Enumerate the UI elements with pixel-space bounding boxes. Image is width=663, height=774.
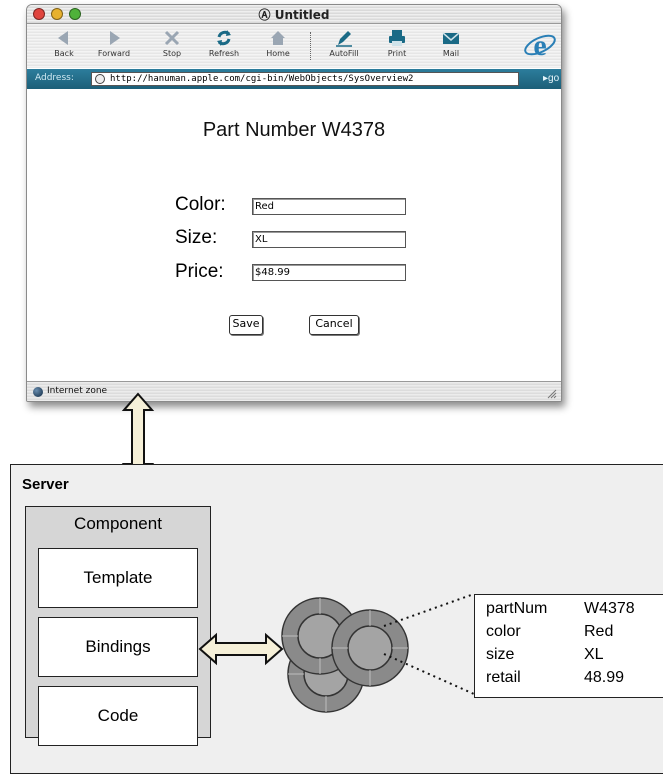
- forward-arrow-icon: [110, 31, 120, 45]
- page-icon: [95, 74, 105, 84]
- property-value: Red: [584, 623, 614, 640]
- toolbar: Back Forward Stop Refresh Home AutoFill …: [27, 24, 561, 68]
- stop-label: Stop: [162, 49, 182, 58]
- cancel-button[interactable]: Cancel: [309, 315, 359, 335]
- back-label: Back: [54, 49, 74, 58]
- dotted-connector: [383, 593, 475, 695]
- forward-label: Forward: [97, 49, 131, 58]
- horizontal-double-arrow: [198, 632, 284, 666]
- back-button[interactable]: Back: [39, 26, 89, 66]
- browser-window: Ⓐ Untitled Back Forward Stop Refresh Hom…: [26, 4, 562, 402]
- size-field[interactable]: XL: [252, 231, 406, 248]
- go-button[interactable]: ▸go: [521, 72, 561, 86]
- property-value: XL: [584, 646, 604, 663]
- code-box: Code: [38, 686, 198, 746]
- address-label: Address:: [35, 73, 74, 83]
- printer-icon: [389, 30, 405, 46]
- address-url: http://hanuman.apple.com/cgi-bin/WebObje…: [110, 74, 414, 84]
- price-field[interactable]: $48.99: [252, 264, 406, 281]
- page-title: Part Number W4378: [202, 119, 386, 141]
- print-button[interactable]: Print: [372, 26, 422, 66]
- component-label: Component: [74, 514, 162, 533]
- stop-button[interactable]: Stop: [147, 26, 197, 66]
- size-label: Size:: [175, 227, 218, 248]
- window-title: Ⓐ Untitled: [27, 6, 561, 23]
- refresh-button[interactable]: Refresh: [199, 26, 249, 66]
- toolbar-divider: [310, 32, 311, 60]
- property-key: size: [486, 646, 515, 663]
- mail-envelope-icon: [442, 32, 460, 44]
- property-value: W4378: [584, 600, 635, 617]
- stop-x-icon: [164, 30, 180, 46]
- property-key: partNum: [486, 600, 548, 617]
- color-label: Color:: [175, 194, 226, 215]
- autofill-pen-icon: [336, 31, 352, 47]
- home-button[interactable]: Home: [253, 26, 303, 66]
- save-button[interactable]: Save: [229, 315, 263, 335]
- property-value: 48.99: [584, 669, 625, 686]
- autofill-label: AutoFill: [329, 49, 359, 58]
- color-field[interactable]: Red: [252, 198, 406, 215]
- refresh-icon: [217, 30, 231, 46]
- address-bar: Address: http://hanuman.apple.com/cgi-bi…: [27, 69, 561, 89]
- title-bar: Ⓐ Untitled: [27, 5, 561, 24]
- property-key: color: [486, 623, 521, 640]
- home-icon: [271, 31, 285, 45]
- home-label: Home: [266, 49, 290, 58]
- autofill-button[interactable]: AutoFill: [319, 26, 369, 66]
- resize-grip-icon[interactable]: [545, 387, 557, 399]
- mail-label: Mail: [442, 49, 460, 58]
- bindings-box: Bindings: [38, 617, 198, 677]
- go-label: go: [548, 73, 560, 84]
- page-icon: Ⓐ: [258, 8, 271, 22]
- svg-text:e: e: [533, 29, 546, 62]
- forward-button[interactable]: Forward: [89, 26, 139, 66]
- back-arrow-icon: [58, 31, 68, 45]
- ie-logo-icon: e: [523, 28, 557, 62]
- status-bar: Internet zone: [27, 381, 561, 401]
- status-zone: Internet zone: [47, 386, 108, 396]
- address-input[interactable]: http://hanuman.apple.com/cgi-bin/WebObje…: [91, 72, 519, 86]
- property-key: retail: [486, 669, 521, 686]
- globe-icon: [33, 387, 43, 397]
- price-label: Price:: [175, 261, 224, 282]
- mail-button[interactable]: Mail: [426, 26, 476, 66]
- refresh-label: Refresh: [208, 49, 240, 58]
- server-label: Server: [22, 476, 69, 493]
- template-box: Template: [38, 548, 198, 608]
- page-content: Part Number W4378 Color: Red Size: XL Pr…: [27, 89, 561, 381]
- window-title-text: Untitled: [274, 8, 330, 22]
- print-label: Print: [387, 49, 407, 58]
